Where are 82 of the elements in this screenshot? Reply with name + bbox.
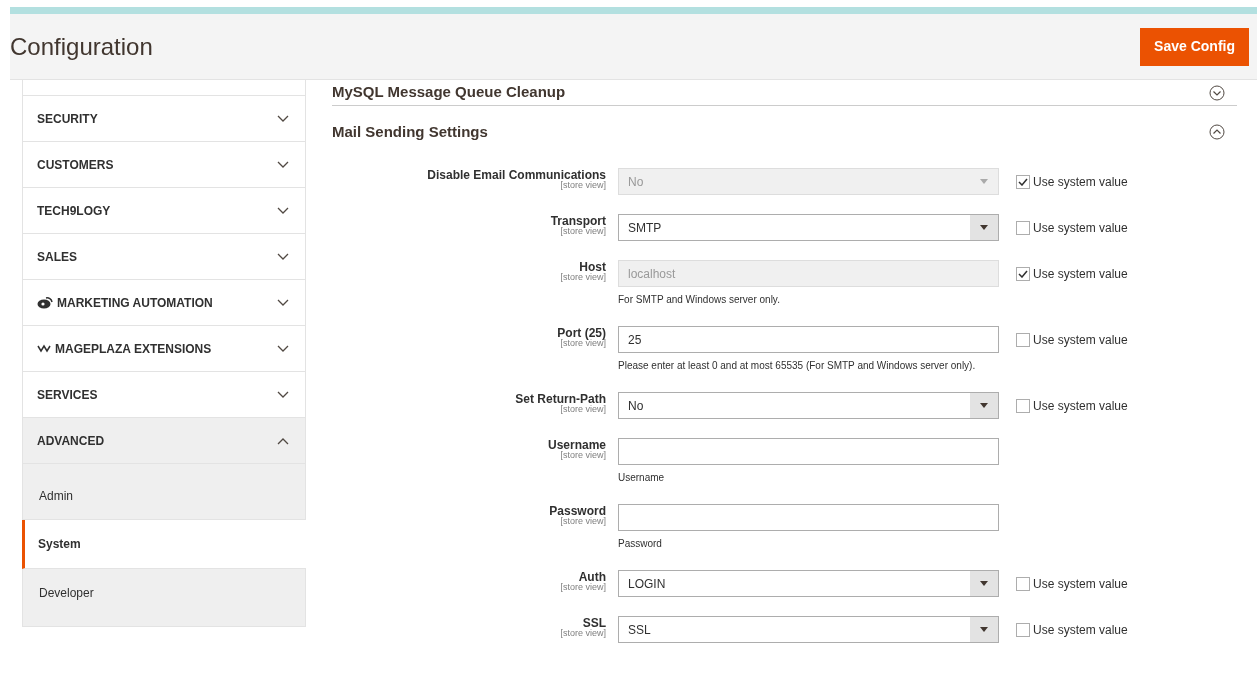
scope-label: [store view] [559, 583, 606, 592]
checkbox-label: Use system value [1033, 397, 1128, 415]
expand-icon[interactable] [1209, 84, 1225, 101]
field-label: Username [546, 439, 606, 451]
scope-label: [store view] [559, 451, 606, 460]
field-label: Disable Email Communications [426, 169, 606, 181]
field-label: Host [579, 261, 606, 273]
text-input[interactable]: 25 [618, 326, 999, 353]
chevron-down-icon [277, 160, 289, 169]
sidebar-section[interactable]: SECURITY [22, 96, 306, 142]
sidebar-item[interactable]: Admin [22, 464, 306, 520]
page-title: Configuration [10, 31, 153, 62]
section-title[interactable]: Mail Sending Settings [332, 120, 488, 144]
dropdown-arrow-icon [980, 225, 988, 230]
cloud-icon [37, 296, 53, 309]
select-field[interactable]: SMTP [618, 214, 999, 241]
sidebar-section-label: TECH9LOGY [37, 202, 111, 220]
sidebar-section[interactable]: MARKETING AUTOMATION [22, 280, 306, 326]
checkbox[interactable] [1016, 220, 1030, 235]
sidebar-section-label: SALES [37, 248, 77, 266]
select-field[interactable]: LOGIN [618, 570, 999, 597]
chevron-up-icon [277, 436, 289, 445]
checkbox[interactable] [1016, 398, 1030, 413]
collapse-icon[interactable] [1209, 124, 1225, 140]
checkmark-icon [1018, 269, 1028, 278]
field-note: For SMTP and Windows server only. [618, 293, 781, 307]
checkbox-label: Use system value [1033, 173, 1128, 191]
field-label: Set Return-Path [514, 393, 606, 405]
field-note: Username [618, 471, 666, 485]
checkbox-label: Use system value [1033, 219, 1128, 237]
sidebar-section[interactable]: TECH9LOGY [22, 188, 306, 234]
chevron-down-icon [277, 114, 289, 123]
checkbox[interactable] [1016, 332, 1030, 347]
field-label: Password [548, 505, 606, 517]
sidebar-section-label: ADVANCED [37, 432, 105, 450]
dropdown-arrow-icon [980, 179, 988, 184]
sidebar-section-label: MAGEPLAZA EXTENSIONS [55, 340, 212, 358]
chevron-down-icon [277, 252, 289, 261]
sidebar-section-label: SECURITY [37, 110, 98, 128]
scope-label: [store view] [559, 273, 606, 282]
sidebar-item[interactable]: System [22, 520, 306, 569]
sidebar-item[interactable]: Developer [22, 569, 306, 627]
scope-label: [store view] [559, 339, 606, 348]
checkmark-icon [1018, 177, 1028, 186]
text-input[interactable] [618, 504, 999, 531]
chevron-down-icon [277, 390, 289, 399]
dropdown-arrow-icon [980, 627, 988, 632]
scope-label: [store view] [559, 629, 606, 638]
chevron-down-icon [277, 298, 289, 307]
select-field[interactable]: No [618, 392, 999, 419]
field-label: Auth [578, 571, 606, 583]
text-input[interactable] [618, 438, 999, 465]
scope-label: [store view] [559, 517, 606, 526]
checkbox-label: Use system value [1033, 265, 1128, 283]
scope-label: [store view] [559, 405, 606, 414]
chevron-down-icon [277, 206, 289, 215]
field-label: Port (25) [556, 327, 606, 339]
sidebar-section[interactable]: ADVANCED [22, 418, 306, 464]
section-title[interactable]: MySQL Message Queue Cleanup [332, 81, 566, 104]
sidebar-section[interactable]: MAGEPLAZA EXTENSIONS [22, 326, 306, 372]
checkbox[interactable] [1016, 576, 1030, 591]
sidebar-section[interactable]: SERVICES [22, 372, 306, 418]
sidebar-section[interactable]: SALES [22, 234, 306, 280]
checkbox-label: Use system value [1033, 621, 1128, 639]
sidebar-section-label: MARKETING AUTOMATION [57, 294, 213, 312]
field-note: Password [618, 537, 663, 551]
field-note: Please enter at least 0 and at most 65535 (For SMTP and Windows server only). [618, 359, 977, 373]
chevron-down-icon [277, 344, 289, 353]
select-field[interactable]: SSL [618, 616, 999, 643]
sidebar-section[interactable]: CUSTOMERS [22, 142, 306, 188]
save-config-button[interactable]: Save Config [1140, 27, 1249, 66]
sidebar-section-label: SERVICES [37, 386, 98, 404]
field-label: Transport [549, 215, 606, 227]
sidebar-section-label: CUSTOMERS [37, 156, 114, 174]
scope-label: [store view] [559, 181, 606, 190]
dropdown-arrow-icon [980, 403, 988, 408]
checkbox-label: Use system value [1033, 331, 1128, 349]
checkbox[interactable] [1016, 622, 1030, 637]
scope-label: [store view] [560, 227, 606, 236]
checkbox-label: Use system value [1033, 575, 1128, 593]
field-label: SSL [582, 617, 606, 629]
dropdown-arrow-icon [980, 581, 988, 586]
